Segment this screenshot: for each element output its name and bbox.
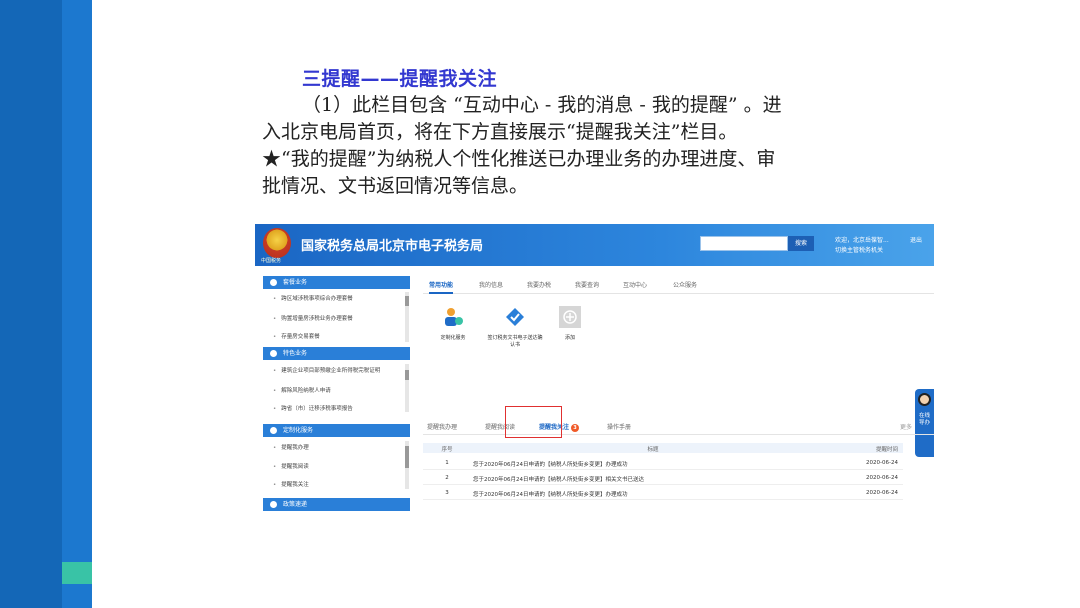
table-row[interactable]: 3 您于2020年06月24日申请的【纳税人所处街乡变更】办理成功 2020-0… xyxy=(423,486,903,500)
slide-side-bar-light xyxy=(62,0,92,608)
nav-item[interactable]: 存量房交易套餐 xyxy=(263,330,403,339)
nav-item-remind-read[interactable]: 提醒我阅读 xyxy=(263,460,403,474)
nav-item[interactable]: 建筑企业项目部预缴企业所得税完税证明 xyxy=(263,364,403,378)
col-title: 标题 xyxy=(647,447,659,453)
nav-item-remind-follow[interactable]: 提醒我关注 xyxy=(263,478,403,487)
unread-badge: 3 xyxy=(571,424,580,432)
nav-item[interactable]: 购置增量房涉税业务办理套餐 xyxy=(263,312,403,326)
function-label: 添加 xyxy=(564,335,575,341)
portal-header: 中国税务 国家税务总局北京市电子税务局 搜索 欢迎，北京岳葆智... 切换主管税… xyxy=(255,224,934,266)
main-tabs: 常用功能 我的信息 我要办税 我要查询 互动中心 公众服务 xyxy=(423,280,934,294)
custom-service-icon xyxy=(445,308,463,326)
col-index: 序号 xyxy=(441,447,453,453)
tax-emblem-icon xyxy=(263,228,291,258)
more-link[interactable]: 更多 xyxy=(900,422,912,431)
slide-note-line2: 批情况、文书返回情况等信息。 xyxy=(262,175,529,197)
row-date: 2020-06-24 xyxy=(866,475,898,481)
nav-section-label: 套餐业务 xyxy=(283,279,308,286)
function-label: 定制化服务 xyxy=(440,335,466,341)
special-icon xyxy=(270,350,277,357)
function-e-delivery[interactable]: 签订税务文书电子送达确认书 xyxy=(487,306,543,349)
slide-side-accent xyxy=(62,562,92,584)
welcome-text: 欢迎，北京岳葆智... xyxy=(835,237,889,244)
tab-interaction[interactable]: 互动中心 xyxy=(623,280,647,292)
row-index: 1 xyxy=(445,460,449,466)
portal-screenshot: 中国税务 国家税务总局北京市电子税务局 搜索 欢迎，北京岳葆智... 切换主管税… xyxy=(255,224,934,521)
logout-link[interactable]: 退出 xyxy=(910,235,922,244)
package-icon xyxy=(270,279,277,286)
row-index: 3 xyxy=(445,490,449,496)
emblem-label: 中国税务 xyxy=(261,258,282,264)
row-title[interactable]: 您于2020年06月24日申请的【纳税人所处街乡变更】相关文书已送达 xyxy=(473,475,853,483)
row-title[interactable]: 您于2020年06月24日申请的【纳税人所处街乡变更】办理成功 xyxy=(473,460,853,468)
row-date: 2020-06-24 xyxy=(866,490,898,496)
reminder-tabs: 提醒我办理 提醒我阅读 提醒我关注 3 操作手册 xyxy=(423,421,934,435)
function-custom-service[interactable]: 定制化服务 xyxy=(431,306,475,342)
nav-scroll-thumb[interactable] xyxy=(405,370,409,380)
nav-item[interactable]: 跨区域涉税事项综合办理套餐 xyxy=(263,292,403,306)
service-avatar-icon xyxy=(918,393,931,406)
nav-section-special[interactable]: 特色业务 xyxy=(263,347,410,360)
tab-query[interactable]: 我要查询 xyxy=(575,280,599,292)
tab-public[interactable]: 公众服务 xyxy=(673,280,697,292)
col-date: 提醒时间 xyxy=(875,447,898,453)
slide-paragraph-line1: （1）此栏目包含 “互动中心 - 我的消息 - 我的提醒” 。进 xyxy=(302,94,782,116)
tab-remind-handle[interactable]: 提醒我办理 xyxy=(427,422,457,431)
nav-item-remind-handle[interactable]: 提醒我办理 xyxy=(263,441,403,455)
slide-side-bar-dark xyxy=(0,0,62,608)
user-icon xyxy=(270,501,277,508)
left-nav: 套餐业务 跨区域涉税事项综合办理套餐 购置增量房涉税业务办理套餐 存量房交易套餐… xyxy=(263,274,410,521)
slide-title: 三提醒——提醒我关注 xyxy=(302,68,498,90)
site-title: 国家税务总局北京市电子税务局 xyxy=(301,239,484,254)
nav-item[interactable]: 解除风险纳税人申请 xyxy=(263,384,403,398)
slide-paragraph-line2: 入北京电局首页，将在下方直接展示“提醒我关注”栏目。 xyxy=(262,121,738,143)
nav-section-packages[interactable]: 套餐业务 xyxy=(263,276,410,289)
slide-body: （1）此栏目包含 “互动中心 - 我的消息 - 我的提醒” 。进 入北京电局首页… xyxy=(262,92,882,200)
table-header: 序号 标题 提醒时间 xyxy=(423,443,903,453)
row-index: 2 xyxy=(445,475,449,481)
row-date: 2020-06-24 xyxy=(866,460,898,466)
row-title[interactable]: 您于2020年06月24日申请的【纳税人所处街乡变更】办理成功 xyxy=(473,490,853,498)
nav-section-label: 政策速递 xyxy=(283,501,308,508)
user-icon xyxy=(270,427,277,434)
function-label: 签订税务文书电子送达确认书 xyxy=(487,335,543,348)
tab-my-info[interactable]: 我的信息 xyxy=(479,280,503,292)
nav-section-policy[interactable]: 政策速递 xyxy=(263,498,410,511)
table-row[interactable]: 1 您于2020年06月24日申请的【纳税人所处街乡变更】办理成功 2020-0… xyxy=(423,456,903,470)
tab-tax[interactable]: 我要办税 xyxy=(527,280,551,292)
slide-note-line1: ★“我的提醒”为纳税人个性化推送已办理业务的办理进度、审 xyxy=(262,148,776,170)
document-check-icon xyxy=(506,308,524,326)
function-add[interactable]: 添加 xyxy=(548,306,592,342)
nav-scroll-thumb[interactable] xyxy=(405,446,409,468)
nav-scroll-thumb[interactable] xyxy=(405,296,409,306)
table-row[interactable]: 2 您于2020年06月24日申请的【纳税人所处街乡变更】相关文书已送达 202… xyxy=(423,471,903,485)
tab-common[interactable]: 常用功能 xyxy=(429,280,454,294)
add-icon xyxy=(559,306,581,328)
nav-item[interactable]: 跨省（市）迁移涉税事项报告 xyxy=(263,402,403,411)
nav-section-label: 特色业务 xyxy=(283,350,308,357)
switch-org-link[interactable]: 切换主管税务机关 xyxy=(835,245,883,254)
nav-section-label: 定制化服务 xyxy=(283,427,314,434)
highlight-box xyxy=(505,406,562,438)
tab-manual[interactable]: 操作手册 xyxy=(607,422,631,431)
search-button[interactable]: 搜索 xyxy=(788,236,814,251)
nav-section-custom[interactable]: 定制化服务 xyxy=(263,424,410,437)
search-input[interactable] xyxy=(700,236,788,251)
